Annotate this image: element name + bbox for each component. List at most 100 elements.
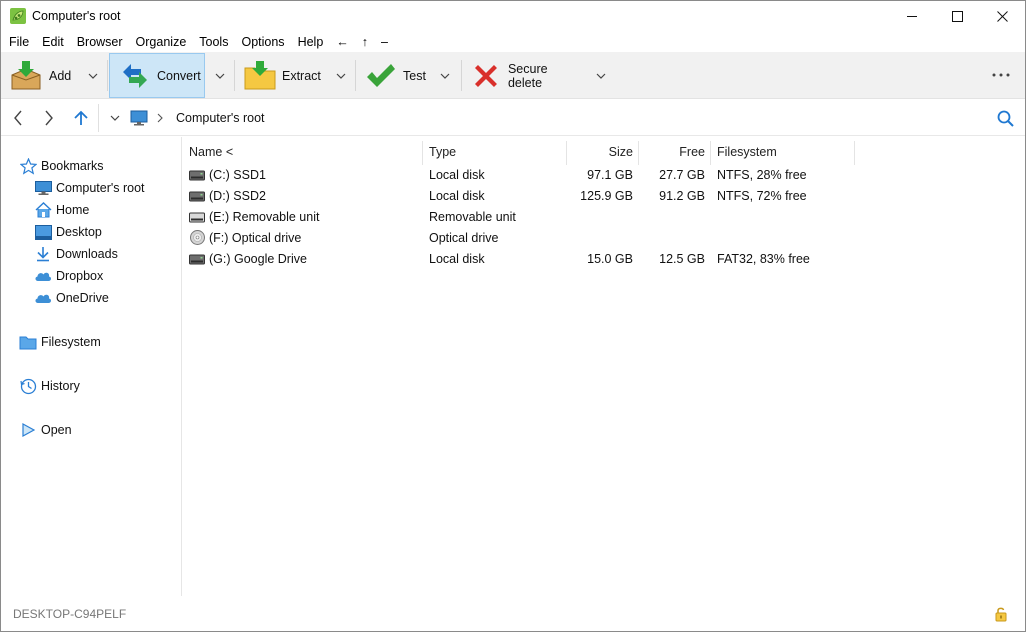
convert-dropdown[interactable]: [208, 53, 232, 98]
sidebar-item-home[interactable]: Home: [34, 200, 89, 220]
file-type: Optical drive: [429, 230, 499, 245]
column-header-size[interactable]: Size: [567, 139, 633, 165]
maximize-button[interactable]: [934, 1, 980, 31]
more-horizontal-icon: [992, 73, 1010, 77]
table-row[interactable]: (D:) SSD2 Local disk 125.9 GB 91.2 GB NT…: [183, 185, 1025, 206]
column-header-free[interactable]: Free: [639, 139, 705, 165]
menu-tools[interactable]: Tools: [199, 35, 228, 49]
status-bar: DESKTOP-C94PELF: [1, 597, 1025, 631]
column-header-type[interactable]: Type: [429, 139, 456, 165]
sidebar-item-onedrive[interactable]: OneDrive: [34, 288, 109, 308]
file-filesystem: NTFS, 72% free: [717, 188, 807, 203]
sidebar-open[interactable]: Open: [19, 420, 72, 440]
toolbar-separator: [234, 60, 235, 91]
toolbar-separator: [461, 60, 462, 91]
forward-button[interactable]: [37, 106, 61, 130]
menu-options[interactable]: Options: [241, 35, 284, 49]
file-free: [639, 206, 705, 227]
sidebar-filesystem[interactable]: Filesystem: [19, 332, 101, 352]
file-size: [567, 206, 633, 227]
file-type: Removable unit: [429, 209, 516, 224]
chevron-down-icon: [596, 73, 606, 79]
file-type: Local disk: [429, 167, 485, 182]
address-bar: Computer's root: [1, 100, 1025, 136]
menu-up-arrow[interactable]: ↑: [362, 35, 368, 49]
sidebar-bookmarks[interactable]: Bookmarks: [19, 156, 104, 176]
menu-organize[interactable]: Organize: [136, 35, 187, 49]
maximize-icon: [951, 10, 963, 22]
arrow-up-icon: [74, 110, 88, 125]
search-icon: [997, 110, 1014, 127]
file-filesystem: FAT32, 83% free: [717, 251, 810, 266]
sidebar-item-desktop[interactable]: Desktop: [34, 222, 102, 242]
secure-delete-button[interactable]: Secure delete: [469, 53, 585, 98]
close-button[interactable]: [979, 1, 1025, 31]
column-separator[interactable]: [422, 141, 423, 165]
extract-folder-icon: [244, 60, 276, 89]
convert-arrows-icon: [123, 63, 147, 88]
add-dropdown[interactable]: [81, 53, 105, 98]
breadcrumb-chevron-icon: [157, 113, 163, 123]
column-separator[interactable]: [710, 141, 711, 165]
test-button[interactable]: Test: [361, 53, 433, 98]
removable-drive-icon: [189, 209, 205, 225]
up-button[interactable]: [69, 106, 93, 130]
file-name: (D:) SSD2: [209, 188, 266, 203]
more-options-button[interactable]: [991, 64, 1011, 86]
secure-delete-label: Secure delete: [507, 61, 548, 90]
add-archive-icon: [11, 60, 41, 89]
file-list: Name < Type Size Free Filesystem (C:) SS…: [183, 137, 1025, 596]
menu-browser[interactable]: Browser: [77, 35, 123, 49]
column-header-filesystem[interactable]: Filesystem: [717, 139, 777, 165]
minimize-button[interactable]: [889, 1, 935, 31]
address-field[interactable]: Computer's root: [98, 104, 988, 132]
table-row[interactable]: (E:) Removable unit Removable unit: [183, 206, 1025, 227]
sidebar-item-computers-root[interactable]: Computer's root: [34, 178, 145, 198]
column-separator[interactable]: [854, 141, 855, 165]
convert-button[interactable]: Convert: [109, 53, 205, 98]
chevron-down-icon: [440, 73, 450, 79]
file-type: Local disk: [429, 188, 485, 203]
table-row[interactable]: (C:) SSD1 Local disk 97.1 GB 27.7 GB NTF…: [183, 164, 1025, 185]
file-free: 27.7 GB: [659, 167, 705, 182]
add-button[interactable]: Add: [7, 53, 81, 98]
monitor-icon: [34, 179, 52, 197]
file-name: (G:) Google Drive: [209, 251, 307, 266]
test-dropdown[interactable]: [433, 53, 457, 98]
secure-delete-dropdown[interactable]: [589, 53, 613, 98]
sidebar-item-downloads[interactable]: Downloads: [34, 244, 118, 264]
search-button[interactable]: [993, 106, 1017, 130]
download-icon: [34, 245, 52, 263]
folder-icon: [19, 333, 37, 351]
toolbar-separator: [355, 60, 356, 91]
test-label: Test: [403, 68, 426, 83]
chevron-down-icon[interactable]: [110, 115, 120, 121]
play-triangle-icon: [19, 421, 37, 439]
extract-button[interactable]: Extract: [239, 53, 329, 98]
menu-edit[interactable]: Edit: [42, 35, 64, 49]
table-row[interactable]: (G:) Google Drive Local disk 15.0 GB 12.…: [183, 248, 1025, 269]
sidebar-history[interactable]: History: [19, 376, 80, 396]
address-path: Computer's root: [176, 111, 265, 125]
file-size: 97.1 GB: [587, 167, 633, 182]
menu-minimize-dash[interactable]: –: [381, 35, 388, 49]
menu-file[interactable]: File: [9, 35, 29, 49]
extract-dropdown[interactable]: [329, 53, 353, 98]
extract-label: Extract: [282, 68, 321, 83]
sidebar-item-label: Downloads: [56, 247, 118, 261]
window-title: Computer's root: [32, 9, 121, 23]
back-button[interactable]: [6, 106, 30, 130]
sidebar-item-dropbox[interactable]: Dropbox: [34, 266, 103, 286]
sidebar-item-label: OneDrive: [56, 291, 109, 305]
sidebar-item-label: Dropbox: [56, 269, 104, 283]
delete-x-icon: [474, 64, 497, 87]
table-row[interactable]: (F:) Optical drive Optical drive: [183, 227, 1025, 248]
app-window: Computer's root File Edit Browser Organi…: [0, 0, 1026, 632]
chevron-down-icon: [336, 73, 346, 79]
toolbar: Add Convert Extract Test Secure delete: [1, 52, 1025, 99]
column-header-name[interactable]: Name <: [189, 139, 233, 165]
menu-back-arrow[interactable]: ←: [336, 35, 349, 49]
unlock-icon[interactable]: [993, 606, 1009, 622]
file-free: [639, 227, 705, 248]
menu-help[interactable]: Help: [298, 35, 324, 49]
